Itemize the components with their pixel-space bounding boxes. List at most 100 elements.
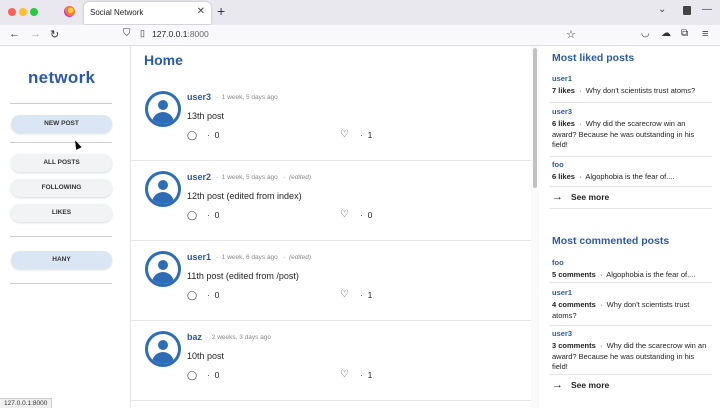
list-item[interactable]: user1 4 comments · Why don't scientists … — [552, 288, 710, 321]
comment-count: · 0 — [207, 210, 220, 220]
see-more-commented-link[interactable]: → See more — [552, 379, 609, 391]
zoom-window-button[interactable] — [30, 8, 38, 16]
most-commented-title: Most commented posts — [552, 235, 670, 247]
close-window-button[interactable] — [8, 8, 16, 16]
comment-icon[interactable]: ◯ — [187, 370, 197, 381]
post-card: baz · 2 weeks, 3 days ago 10th post ◯ · … — [131, 321, 531, 401]
list-item-user[interactable]: user1 — [552, 288, 710, 297]
list-item-user[interactable]: foo — [552, 258, 710, 267]
pocket-icon[interactable]: ◡ — [641, 28, 650, 39]
list-tabs-icon[interactable]: ⌄ — [658, 4, 666, 15]
page-info-icon[interactable]: ▯ — [140, 28, 145, 39]
url-bar[interactable]: 127.0.0.1:8000 — [152, 29, 209, 39]
list-item[interactable]: foo 6 likes · Algophobia is the fear of.… — [552, 160, 710, 183]
sidebar: network NEW POST ALL POSTS FOLLOWING LIK… — [0, 46, 124, 408]
list-item-user[interactable]: user3 — [552, 107, 710, 116]
post-username[interactable]: user3 — [187, 92, 211, 102]
avatar-icon[interactable] — [145, 331, 181, 367]
post-text: 11th post (edited from /post) — [187, 271, 299, 281]
browser-tab-strip: Social Network ✕ + ⌄ — — [0, 0, 720, 25]
comment-icon[interactable]: ◯ — [187, 130, 197, 141]
heart-icon[interactable]: ♡ — [340, 289, 349, 300]
heart-icon[interactable]: ♡ — [340, 209, 349, 220]
page-title: Home — [144, 52, 183, 68]
comment-count: · 0 — [207, 290, 220, 300]
all-posts-button[interactable]: ALL POSTS — [11, 154, 112, 172]
browser-tab[interactable]: Social Network ✕ — [84, 2, 211, 24]
post-username[interactable]: user1 — [187, 252, 211, 262]
shield-icon[interactable]: ⛉ — [123, 28, 131, 39]
list-item-text: 3 comments · Why did the scarecrow win a… — [552, 341, 707, 371]
comment-icon[interactable]: ◯ — [187, 290, 197, 301]
tab-close-icon[interactable]: ✕ — [197, 6, 205, 17]
post-timestamp: · 1 week, 6 days ago · (edited) — [216, 254, 312, 261]
list-item-user[interactable]: user1 — [552, 74, 710, 83]
divider — [10, 142, 112, 143]
avatar-icon[interactable] — [145, 91, 181, 127]
most-liked-title: Most liked posts — [552, 52, 635, 64]
list-item[interactable]: user3 6 likes · Why did the scarecrow wi… — [552, 107, 710, 151]
site-logo[interactable]: network — [28, 68, 95, 88]
list-item[interactable]: foo 5 comments · Algophobia is the fear … — [552, 258, 710, 281]
post-card: user2 · 1 week, 5 days ago · (edited) 12… — [131, 161, 531, 241]
minimize-window-button[interactable] — [19, 8, 27, 16]
comment-count: · 0 — [207, 130, 220, 140]
list-item-text: 6 likes · Algophobia is the fear of.... — [552, 172, 675, 181]
arrow-right-icon: → — [552, 191, 563, 203]
main-feed: Home user3 · 1 week, 5 days ago 13th pos… — [131, 46, 531, 408]
avatar-icon[interactable] — [145, 251, 181, 287]
divider — [550, 156, 712, 157]
divider — [550, 208, 712, 209]
navigation-toolbar: ← → ↻ ⛉ ▯ 127.0.0.1:8000 ☆ ◡ ☁ ⧉ ≡ — [0, 25, 720, 46]
right-panel: Most liked posts user1 7 likes · Why don… — [546, 46, 720, 408]
status-bar-url: 127.0.0.1:8000 — [0, 398, 53, 408]
list-item-user[interactable]: foo — [552, 160, 710, 169]
reload-icon[interactable]: ↻ — [50, 28, 59, 41]
forward-arrow-icon[interactable]: → — [30, 28, 41, 40]
post-timestamp: · 2 weeks, 3 days ago — [206, 334, 272, 341]
firefox-icon — [64, 6, 75, 17]
avatar-icon[interactable] — [145, 171, 181, 207]
following-button[interactable]: FOLLOWING — [11, 179, 112, 197]
see-more-liked-link[interactable]: → See more — [552, 191, 609, 203]
divider — [550, 325, 712, 326]
new-post-button[interactable]: NEW POST — [11, 115, 112, 133]
scrollbar-thumb[interactable] — [533, 48, 537, 188]
list-item-text: 4 comments · Why don't scientists trust … — [552, 300, 690, 320]
list-item[interactable]: user3 3 comments · Why did the scarecrow… — [552, 329, 710, 373]
divider — [131, 400, 531, 401]
like-count: · 1 — [360, 370, 373, 380]
divider — [550, 186, 712, 187]
comment-icon[interactable]: ◯ — [187, 210, 197, 221]
post-timestamp: · 1 week, 5 days ago — [216, 94, 278, 101]
list-item-user[interactable]: user3 — [552, 329, 710, 338]
post-text: 13th post — [187, 111, 225, 121]
post-card: user1 · 1 week, 6 days ago · (edited) 11… — [131, 241, 531, 321]
window-minimize-icon[interactable]: — — [702, 4, 712, 15]
menu-icon[interactable]: ≡ — [702, 28, 708, 40]
new-tab-button[interactable]: + — [217, 3, 225, 19]
user-profile-button[interactable]: HANY — [11, 251, 112, 269]
list-item-text: 6 likes · Why did the scarecrow win an a… — [552, 119, 695, 149]
divider — [10, 283, 112, 284]
heart-icon[interactable]: ♡ — [340, 369, 349, 380]
back-arrow-icon[interactable]: ← — [9, 28, 20, 40]
like-count: · 1 — [360, 130, 373, 140]
post-username[interactable]: baz — [187, 332, 202, 342]
bookmark-star-icon[interactable]: ☆ — [566, 28, 576, 41]
likes-button[interactable]: LIKES — [11, 204, 112, 222]
divider — [550, 374, 712, 375]
heart-icon[interactable]: ♡ — [340, 129, 349, 140]
divider — [10, 236, 112, 237]
extension-icon[interactable] — [681, 4, 693, 17]
list-item-text: 5 comments · Algophobia is the fear of..… — [552, 270, 696, 279]
mouse-cursor-icon — [72, 139, 82, 150]
list-item[interactable]: user1 7 likes · Why don't scientists tru… — [552, 74, 710, 97]
divider — [10, 103, 112, 104]
post-card: user3 · 1 week, 5 days ago 13th post ◯ ·… — [131, 81, 531, 161]
extensions-icon[interactable]: ⧉ — [681, 28, 688, 39]
divider — [550, 102, 712, 103]
comment-count: · 0 — [207, 370, 220, 380]
sync-icon[interactable]: ☁ — [661, 28, 671, 39]
post-username[interactable]: user2 — [187, 172, 211, 182]
